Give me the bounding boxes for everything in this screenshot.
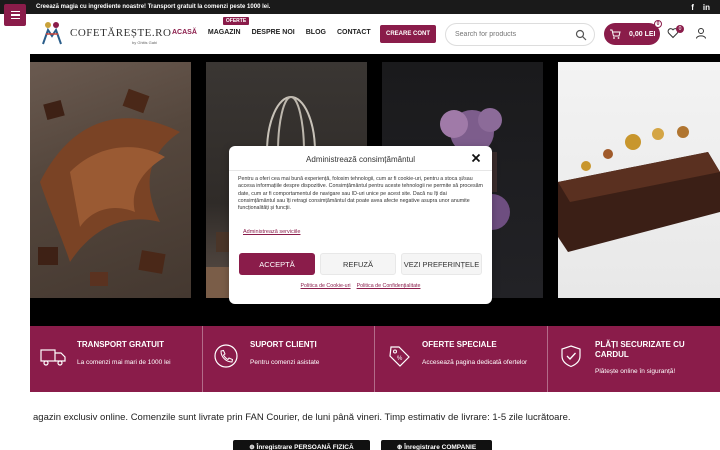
view-preferences-button[interactable]: VEZI PREFERINȚELE bbox=[401, 253, 482, 275]
privacy-policy-link[interactable]: Politica de Confidențialitate bbox=[357, 283, 421, 289]
close-icon[interactable] bbox=[471, 153, 481, 163]
manage-services-link[interactable]: Administrează serviciile bbox=[243, 229, 300, 235]
consent-title: Administrează consimțământul bbox=[306, 155, 415, 164]
cookie-policy-link[interactable]: Politica de Cookie-uri bbox=[301, 283, 351, 289]
consent-body: Pentru a oferi cea mai bună experiență, … bbox=[238, 176, 483, 212]
divider bbox=[229, 170, 492, 171]
refuse-button[interactable]: REFUZĂ bbox=[320, 253, 396, 275]
page: Creează magia cu ingrediente noastre! Tr… bbox=[0, 0, 720, 450]
consent-dialog: Administrează consimțământul Pentru a of… bbox=[229, 146, 492, 304]
consent-footer: Politica de Cookie-uri Politica de Confi… bbox=[229, 283, 492, 289]
consent-overlay: Administrează consimțământul Pentru a of… bbox=[0, 0, 720, 450]
accept-button[interactable]: ACCEPTĂ bbox=[239, 253, 315, 275]
